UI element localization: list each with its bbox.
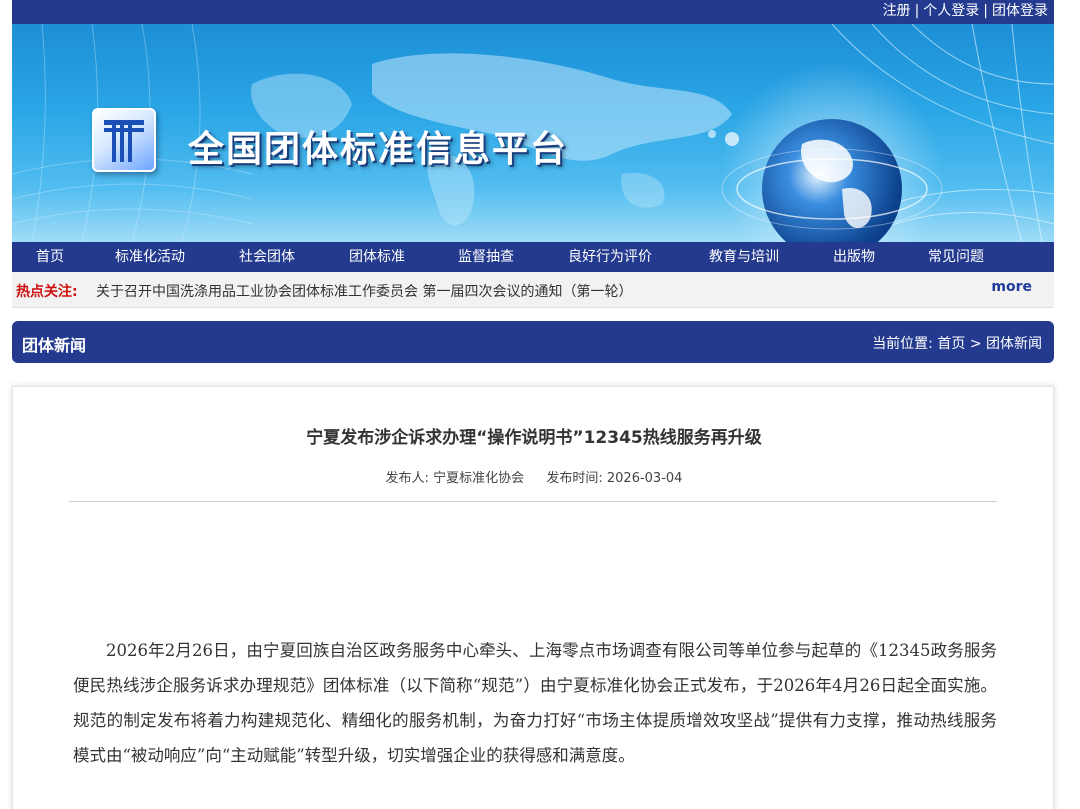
publisher: 宁夏标准化协会 xyxy=(433,471,525,486)
link-separator: | xyxy=(914,3,920,19)
publisher-label: 发布人: xyxy=(385,471,429,486)
hot-topics-label: 热点关注: xyxy=(16,284,78,300)
article-meta: 发布人: 宁夏标准化协会 发布时间: 2026-03-04 xyxy=(13,467,1055,486)
nav-item-supervision[interactable]: 监督抽查 xyxy=(458,242,514,272)
nav-item-education[interactable]: 教育与培训 xyxy=(709,242,779,272)
nav-item-standardization-activities[interactable]: 标准化活动 xyxy=(115,242,185,272)
breadcrumb-current[interactable]: 团体新闻 xyxy=(986,333,1042,353)
more-link[interactable]: more xyxy=(991,279,1032,295)
nav-item-publications[interactable]: 出版物 xyxy=(833,242,875,272)
divider xyxy=(69,501,997,502)
link-separator: | xyxy=(983,3,988,19)
article-title: 宁夏发布涉企诉求办理“操作说明书”12345热线服务再升级 xyxy=(306,428,762,448)
section-header: 团体新闻 当前位置: 首页 > 团体新闻 xyxy=(12,321,1054,363)
top-bar: 注册 | 个人登录 | 团体登录 xyxy=(12,0,1054,24)
nav-item-group-standards[interactable]: 团体标准 xyxy=(349,242,405,272)
publish-time-label: 发布时间: xyxy=(546,471,603,486)
section-title: 团体新闻 xyxy=(22,336,87,355)
nav-item-good-conduct[interactable]: 良好行为评价 xyxy=(568,242,652,272)
site-banner: 全国团体标准信息平台 xyxy=(12,24,1054,242)
site-logo[interactable] xyxy=(92,108,156,172)
register-link[interactable]: 注册 xyxy=(883,3,911,19)
breadcrumb: 当前位置: 首页 > 团体新闻 xyxy=(872,333,1042,353)
personal-login-link[interactable]: 个人登录 xyxy=(923,3,979,19)
site-title: 全国团体标准信息平台 xyxy=(188,129,569,170)
hot-topics-bar: 热点关注: 关于召开中国洗涤用品工业协会团体标准工作委员会 第一届四次会议的通知… xyxy=(12,272,1054,308)
breadcrumb-separator: > xyxy=(969,336,982,352)
account-links: 注册 | 个人登录 | 团体登录 xyxy=(883,2,1048,20)
breadcrumb-home[interactable]: 首页 xyxy=(937,333,965,353)
breadcrumb-prefix: 当前位置: xyxy=(872,336,933,352)
nav-item-faq[interactable]: 常见问题 xyxy=(928,242,984,272)
main-nav: 首页 标准化活动 社会团体 团体标准 监督抽查 良好行为评价 教育与培训 出版物… xyxy=(12,242,1054,272)
hot-topic-link[interactable]: 关于召开中国洗涤用品工业协会团体标准工作委员会 第一届四次会议的通知（第一轮） xyxy=(96,281,632,301)
article-body: 2026年2月26日，由宁夏回族自治区政务服务中心牵头、上海零点市场调查有限公司… xyxy=(73,641,997,765)
group-login-link[interactable]: 团体登录 xyxy=(992,3,1048,19)
article-panel: 宁夏发布涉企诉求办理“操作说明书”12345热线服务再升级 发布人: 宁夏标准化… xyxy=(12,386,1054,809)
nav-item-home[interactable]: 首页 xyxy=(36,242,64,272)
publish-time: 2026-03-04 xyxy=(606,471,683,486)
nav-item-social-groups[interactable]: 社会团体 xyxy=(239,242,295,272)
